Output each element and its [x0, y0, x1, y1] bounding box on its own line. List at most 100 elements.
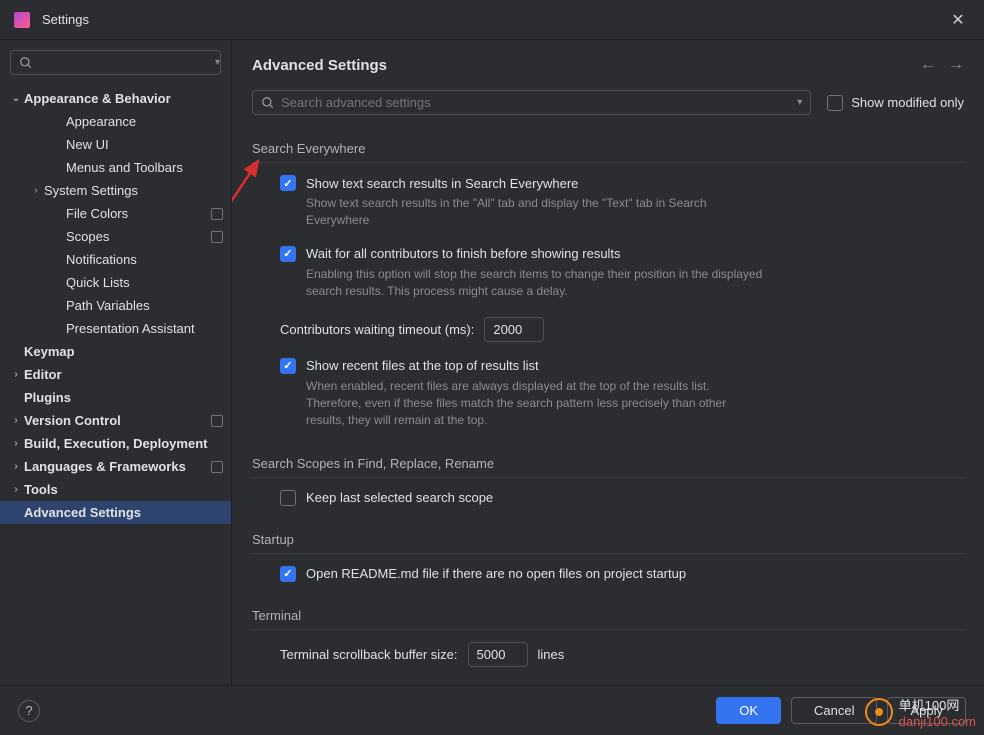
tree-item-system-settings[interactable]: ›System Settings: [0, 179, 231, 202]
show-text-search-desc: Show text search results in the "All" ta…: [306, 195, 766, 230]
tree-item-label: Quick Lists: [66, 275, 223, 290]
tree-item-languages-frameworks[interactable]: ›Languages & Frameworks: [0, 455, 231, 478]
tree-item-label: Menus and Toolbars: [66, 160, 223, 175]
keep-scope-label: Keep last selected search scope: [306, 490, 493, 505]
chevron-icon: ›: [28, 185, 44, 196]
tree-item-quick-lists[interactable]: Quick Lists: [0, 271, 231, 294]
tree-item-label: Path Variables: [66, 298, 223, 313]
chevron-icon: ›: [8, 484, 24, 495]
show-text-search-checkbox[interactable]: [280, 175, 296, 191]
tree-item-notifications[interactable]: Notifications: [0, 248, 231, 271]
tree-item-label: Build, Execution, Deployment: [24, 436, 223, 451]
tree-item-tools[interactable]: ›Tools: [0, 478, 231, 501]
buffer-size-label: Terminal scrollback buffer size:: [280, 647, 458, 662]
chevron-icon: ›: [8, 438, 24, 449]
chevron-icon: ›: [8, 461, 24, 472]
tree-item-new-ui[interactable]: New UI: [0, 133, 231, 156]
tree-item-label: Notifications: [66, 252, 223, 267]
chevron-icon: ⌄: [8, 93, 24, 104]
project-level-badge-icon: [211, 208, 223, 220]
tree-item-presentation-assistant[interactable]: Presentation Assistant: [0, 317, 231, 340]
chevron-icon: [8, 392, 24, 403]
tree-item-label: File Colors: [66, 206, 207, 221]
search-icon: [261, 96, 275, 110]
recent-files-top-desc: When enabled, recent files are always di…: [306, 378, 766, 430]
tree-item-version-control[interactable]: ›Version Control: [0, 409, 231, 432]
chevron-icon: [50, 116, 66, 127]
tree-item-label: Tools: [24, 482, 223, 497]
chevron-icon: ›: [8, 415, 24, 426]
tree-item-appearance-behavior[interactable]: ⌄Appearance & Behavior: [0, 87, 231, 110]
chevron-icon: [50, 139, 66, 150]
ok-button[interactable]: OK: [716, 697, 781, 724]
chevron-icon: [50, 208, 66, 219]
section-search-everywhere-header: Search Everywhere: [252, 131, 964, 163]
buffer-size-unit: lines: [538, 647, 565, 662]
chevron-down-icon: ▾: [797, 97, 802, 108]
timeout-label: Contributors waiting timeout (ms):: [280, 322, 474, 337]
buffer-size-input[interactable]: [468, 642, 528, 667]
tree-item-scopes[interactable]: Scopes: [0, 225, 231, 248]
project-level-badge-icon: [211, 415, 223, 427]
chevron-icon: [8, 507, 24, 518]
tree-item-label: Presentation Assistant: [66, 321, 223, 336]
tree-item-keymap[interactable]: Keymap: [0, 340, 231, 363]
project-level-badge-icon: [211, 231, 223, 243]
chevron-down-icon: ▾: [215, 57, 220, 68]
tree-item-build-execution-deployment[interactable]: ›Build, Execution, Deployment: [0, 432, 231, 455]
nav-forward-icon[interactable]: →: [948, 56, 964, 74]
tree-item-label: Keymap: [24, 344, 223, 359]
close-icon[interactable]: ✕: [946, 8, 970, 32]
sidebar-search-input[interactable]: ▾: [10, 50, 221, 75]
chevron-icon: [8, 346, 24, 357]
help-button[interactable]: ?: [18, 700, 40, 722]
tree-item-label: Plugins: [24, 390, 223, 405]
chevron-icon: [50, 254, 66, 265]
tree-item-label: Languages & Frameworks: [24, 459, 207, 474]
recent-files-top-checkbox[interactable]: [280, 358, 296, 374]
nav-back-icon[interactable]: ←: [920, 56, 936, 74]
settings-tree[interactable]: ⌄Appearance & Behavior Appearance New UI…: [0, 85, 231, 685]
show-text-search-label: Show text search results in Search Every…: [306, 176, 578, 191]
search-icon: [19, 56, 33, 70]
keep-scope-checkbox[interactable]: [280, 490, 296, 506]
tree-item-advanced-settings[interactable]: Advanced Settings: [0, 501, 231, 524]
chevron-icon: ›: [8, 369, 24, 380]
section-startup-header: Startup: [252, 522, 964, 554]
apply-button[interactable]: Apply: [887, 697, 966, 724]
show-modified-only-checkbox[interactable]: [827, 95, 843, 111]
tree-item-label: Appearance: [66, 114, 223, 129]
page-title: Advanced Settings: [252, 57, 387, 74]
chevron-icon: [50, 300, 66, 311]
open-readme-label: Open README.md file if there are no open…: [306, 566, 686, 581]
section-search-scopes-header: Search Scopes in Find, Replace, Rename: [252, 446, 964, 478]
tree-item-label: Scopes: [66, 229, 207, 244]
tree-item-label: Editor: [24, 367, 223, 382]
section-terminal-header: Terminal: [252, 598, 964, 630]
titlebar: Settings ✕: [0, 0, 984, 40]
window-title: Settings: [42, 12, 89, 27]
open-readme-checkbox[interactable]: [280, 566, 296, 582]
chevron-icon: [50, 323, 66, 334]
chevron-icon: [50, 231, 66, 242]
chevron-icon: [50, 162, 66, 173]
wait-contributors-checkbox[interactable]: [280, 246, 296, 262]
tree-item-editor[interactable]: ›Editor: [0, 363, 231, 386]
project-level-badge-icon: [211, 461, 223, 473]
cancel-button[interactable]: Cancel: [791, 697, 877, 724]
content-search-input[interactable]: ▾: [252, 90, 811, 115]
footer: ? OK Cancel Apply: [0, 685, 984, 735]
tree-item-appearance[interactable]: Appearance: [0, 110, 231, 133]
tree-item-label: System Settings: [44, 183, 223, 198]
show-modified-only-label: Show modified only: [851, 95, 964, 110]
tree-item-path-variables[interactable]: Path Variables: [0, 294, 231, 317]
tree-item-file-colors[interactable]: File Colors: [0, 202, 231, 225]
tree-item-plugins[interactable]: Plugins: [0, 386, 231, 409]
recent-files-top-label: Show recent files at the top of results …: [306, 358, 539, 373]
tree-item-label: Appearance & Behavior: [24, 91, 223, 106]
sidebar: ▾ ⌄Appearance & Behavior Appearance New …: [0, 40, 232, 685]
content-panel: Advanced Settings ← → ▾ Show modified on…: [232, 40, 984, 685]
tree-item-menus-and-toolbars[interactable]: Menus and Toolbars: [0, 156, 231, 179]
timeout-input[interactable]: [484, 317, 544, 342]
wait-contributors-desc: Enabling this option will stop the searc…: [306, 266, 766, 301]
